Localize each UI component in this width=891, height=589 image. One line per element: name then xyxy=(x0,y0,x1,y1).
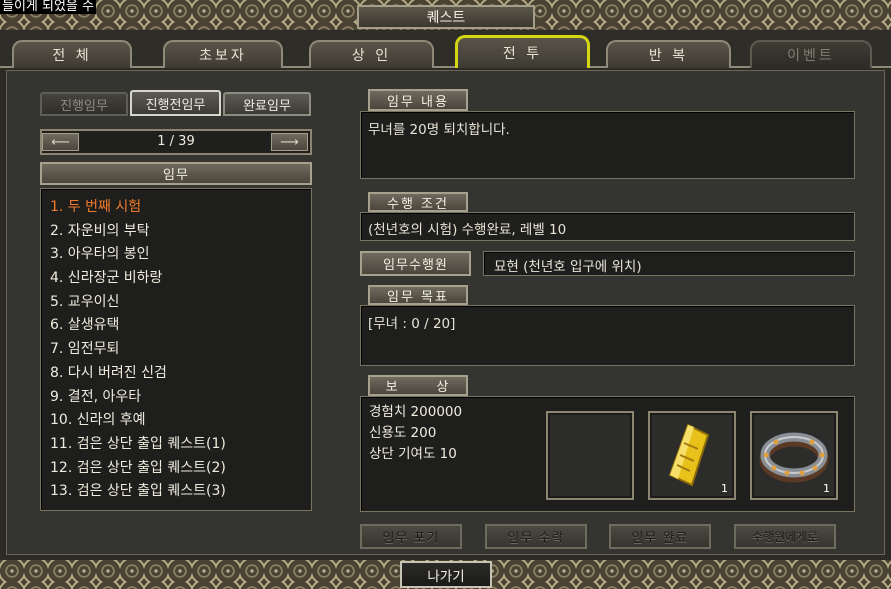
quest-item[interactable]: 6. 살생유택 xyxy=(41,314,311,338)
reward-label: 보 상 xyxy=(368,375,468,396)
tab-beginner[interactable]: 초보자 xyxy=(163,40,283,68)
quest-item[interactable]: 7. 임전무퇴 xyxy=(41,338,311,362)
arrow-right-icon: ⟶ xyxy=(280,134,299,150)
top-left-text: 들이게 되었을 수 xyxy=(0,0,96,14)
giver-text: 묘현 (천년호 입구에 위치) xyxy=(494,259,642,275)
abandon-quest-button[interactable]: 임무 포기 xyxy=(360,524,462,549)
tab-combat[interactable]: 전 투 xyxy=(455,35,590,68)
pager-next-button[interactable]: ⟶ xyxy=(271,133,308,151)
content-box: 무녀를 20명 퇴치합니다. xyxy=(360,111,855,179)
condition-label: 수행 조건 xyxy=(368,192,468,212)
exit-button[interactable]: 나가기 xyxy=(400,561,492,588)
quest-item[interactable]: 11. 검은 상단 출입 퀘스트(1) xyxy=(41,433,311,457)
window-title: 퀘스트 xyxy=(426,10,466,26)
quest-item[interactable]: 8. 다시 버려진 신검 xyxy=(41,362,311,386)
goal-box: [무녀 : 0 / 20] xyxy=(360,305,855,366)
item-count: 1 xyxy=(823,482,830,495)
subtab-completed[interactable]: 완료임무 xyxy=(223,92,311,116)
quest-item[interactable]: 12. 검은 상단 출입 퀘스트(2) xyxy=(41,457,311,481)
quest-item[interactable]: 5. 교우이신 xyxy=(41,291,311,315)
quest-list-header: 임무 xyxy=(40,162,312,185)
complete-quest-button[interactable]: 임무 완료 xyxy=(609,524,711,549)
quest-item[interactable]: 2. 자운비의 부탁 xyxy=(41,220,311,244)
subtab-in-progress[interactable]: 진행임무 xyxy=(40,92,128,116)
tab-merchant[interactable]: 상 인 xyxy=(309,40,434,68)
reward-slot-ring[interactable]: 1 xyxy=(750,411,838,500)
quest-item[interactable]: 9. 결전, 아우타 xyxy=(41,386,311,410)
giver-label: 임무수행원 xyxy=(360,251,471,276)
reward-slot-scroll[interactable]: 1 xyxy=(648,411,736,500)
quest-item[interactable]: 10. 신라의 후예 xyxy=(41,409,311,433)
reward-slot-empty[interactable] xyxy=(546,411,634,500)
tab-repeat[interactable]: 반 복 xyxy=(606,40,731,68)
quest-item[interactable]: 1. 두 번째 시험 xyxy=(41,196,311,220)
content-label: 임무 내용 xyxy=(368,89,468,111)
tab-all[interactable]: 전 체 xyxy=(12,40,132,68)
quest-item[interactable]: 13. 검은 상단 출입 퀘스트(3) xyxy=(41,480,311,504)
goal-text: [무녀 : 0 / 20] xyxy=(368,316,456,332)
arrow-left-icon: ⟵ xyxy=(51,134,70,150)
goal-label: 임무 목표 xyxy=(368,285,468,305)
go-to-giver-button[interactable]: 수행원에게로 xyxy=(734,524,836,549)
pager-prev-button[interactable]: ⟵ xyxy=(42,133,79,151)
item-count: 1 xyxy=(721,482,728,495)
quest-item[interactable]: 3. 아우타의 봉인 xyxy=(41,243,311,267)
subtab-available[interactable]: 진행전임무 xyxy=(130,90,221,116)
content-text: 무녀를 20명 퇴치합니다. xyxy=(368,122,510,138)
accept-quest-button[interactable]: 임무 수락 xyxy=(485,524,587,549)
window-title-bar: 퀘스트 xyxy=(357,5,535,29)
quest-item[interactable]: 4. 신라장군 비하랑 xyxy=(41,267,311,291)
pager-text: 1 / 39 xyxy=(157,134,195,149)
tab-event[interactable]: 이벤트 xyxy=(750,40,872,68)
condition-text: (천년호의 시험) 수행완료, 레벨 10 xyxy=(368,222,567,238)
condition-box: (천년호의 시험) 수행완료, 레벨 10 xyxy=(360,212,855,241)
giver-box: 묘현 (천년호 입구에 위치) xyxy=(483,251,855,276)
quest-list: 1. 두 번째 시험 2. 자운비의 부탁 3. 아우타의 봉인 4. 신라장군… xyxy=(40,188,312,511)
